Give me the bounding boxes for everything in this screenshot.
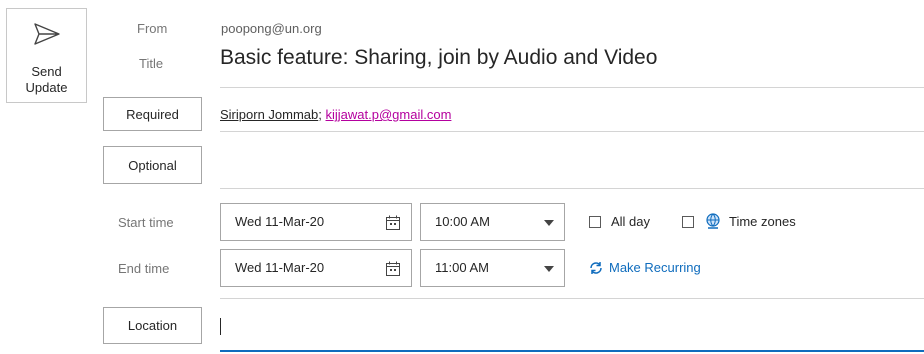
end-date-picker[interactable]: Wed 11-Mar-20 (220, 249, 412, 287)
from-label: From (137, 21, 168, 36)
title-underline (220, 87, 924, 88)
title-label: Title (139, 56, 164, 71)
start-time-dropdown[interactable]: 10:00 AM (420, 203, 565, 241)
all-day-label: All day (611, 214, 651, 229)
required-underline (220, 131, 924, 132)
location-underline-focused (220, 350, 924, 352)
make-recurring-label: Make Recurring (609, 260, 701, 275)
optional-button-label: Optional (128, 157, 177, 173)
location-button-label: Location (127, 318, 178, 333)
end-time-label: End time (118, 261, 170, 276)
recurring-icon (590, 261, 602, 274)
optional-button[interactable]: Optional (103, 146, 202, 184)
location-button[interactable]: Location (103, 307, 202, 344)
title-input[interactable]: Basic feature: Sharing, join by Audio an… (220, 46, 657, 70)
send-icon (34, 23, 60, 45)
from-value: poopong@un.org (221, 21, 322, 36)
calendar-icon[interactable] (385, 215, 401, 231)
globe-icon (706, 213, 720, 229)
start-time-label: Start time (118, 215, 174, 230)
make-recurring-button[interactable]: Make Recurring (589, 260, 701, 275)
recipient-chip[interactable]: kijjawat.p@gmail.com (326, 107, 452, 122)
text-cursor (220, 318, 221, 335)
end-time-value: 11:00 AM (435, 260, 489, 275)
end-time-dropdown[interactable]: 11:00 AM (420, 249, 565, 287)
optional-underline (220, 188, 924, 189)
recipient-separator: ; (318, 107, 322, 122)
send-update-label: Send Update (25, 64, 68, 95)
time-zones-checkbox[interactable] (682, 216, 694, 228)
recipient-chip[interactable]: Siriporn Jommab (220, 107, 318, 122)
start-time-value: 10:00 AM (435, 214, 490, 229)
chevron-down-icon[interactable] (544, 220, 554, 226)
end-date-value: Wed 11-Mar-20 (235, 260, 325, 275)
calendar-icon[interactable] (385, 261, 401, 277)
time-zones-label: Time zones (729, 214, 796, 229)
chevron-down-icon[interactable] (544, 266, 554, 272)
schedule-divider (220, 298, 924, 299)
start-date-picker[interactable]: Wed 11-Mar-20 (220, 203, 412, 241)
all-day-checkbox[interactable] (589, 216, 601, 228)
required-button-label: Required (126, 106, 179, 122)
start-date-value: Wed 11-Mar-20 (235, 214, 325, 229)
optional-recipients-input[interactable] (220, 140, 924, 184)
location-input[interactable] (220, 306, 924, 346)
required-recipients[interactable]: Siriporn Jommab; kijjawat.p@gmail.com (220, 107, 451, 122)
required-button[interactable]: Required (103, 97, 202, 131)
send-update-button[interactable]: Send Update (6, 8, 87, 103)
